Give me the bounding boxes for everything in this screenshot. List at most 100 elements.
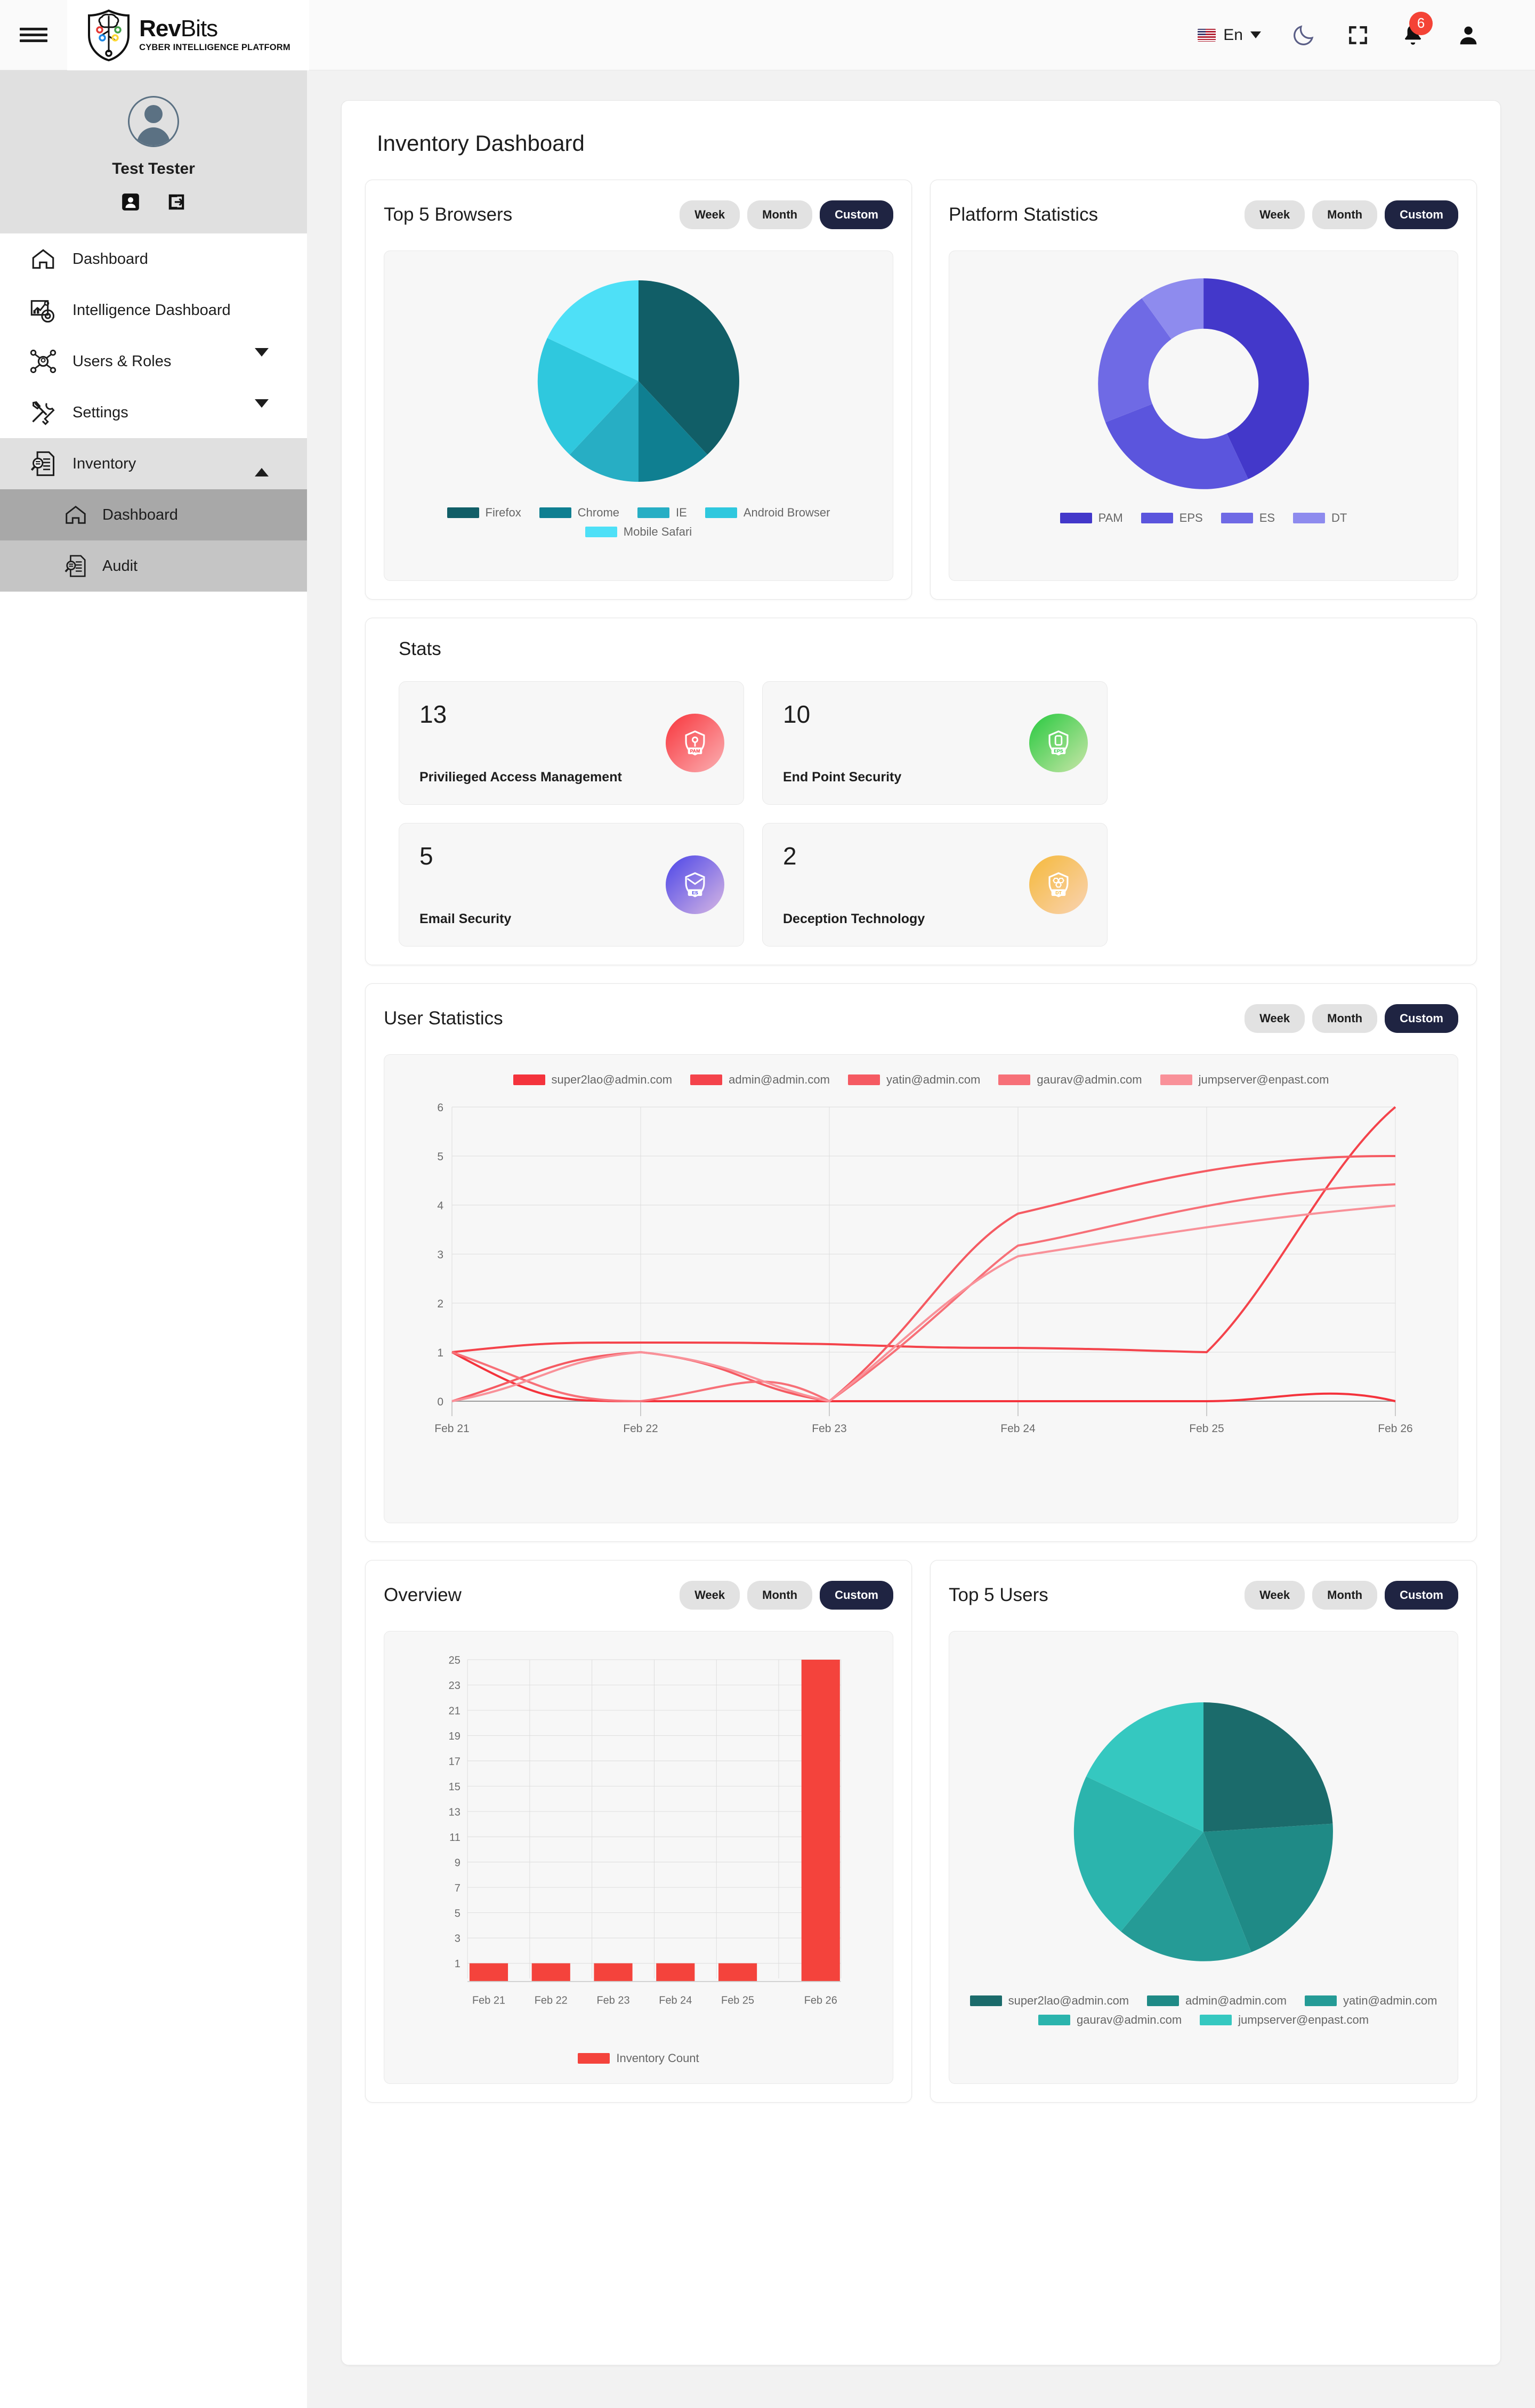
sidebar-subitem-audit[interactable]: Audit — [0, 540, 307, 592]
top-bar: RevBits CYBER INTELLIGENCE PLATFORM En 6 — [0, 0, 1535, 70]
legend-swatch — [1141, 513, 1173, 523]
moon-icon — [1294, 25, 1314, 45]
es-badge-text: ES — [692, 890, 698, 895]
sidebar-subitem-dashboard[interactable]: Dashboard — [0, 489, 307, 540]
range-selector: Week Month Custom — [1245, 1004, 1458, 1033]
svg-text:15: 15 — [449, 1781, 461, 1793]
sidebar-item-label: Settings — [72, 403, 128, 421]
legend-label: IE — [676, 506, 687, 519]
platform-chart-box: PAM EPS ES DT — [949, 251, 1458, 581]
sidebar-item-dashboard[interactable]: Dashboard — [0, 233, 307, 285]
svg-text:3: 3 — [437, 1249, 443, 1261]
range-month-button[interactable]: Month — [1312, 200, 1378, 229]
page-title: Inventory Dashboard — [377, 131, 585, 156]
svg-text:3: 3 — [455, 1933, 461, 1945]
fullscreen-button[interactable] — [1331, 0, 1385, 70]
panel-stats: Stats 13 Privilieged Access Management P… — [365, 618, 1477, 965]
range-custom-button[interactable]: Custom — [820, 200, 893, 229]
user-statistics-legend: super2lao@admin.com admin@admin.com yati… — [513, 1073, 1329, 1087]
sidebar-item-intelligence-dashboard[interactable]: Intelligence Dashboard — [0, 285, 307, 336]
logo-subtitle: CYBER INTELLIGENCE PLATFORM — [139, 43, 290, 52]
range-week-button[interactable]: Week — [680, 1581, 740, 1610]
top-users-pie-chart[interactable] — [1060, 1688, 1347, 1976]
dt-badge-text: DT — [1055, 890, 1062, 895]
legend-label: gaurav@admin.com — [1037, 1073, 1142, 1086]
bar-feb-21[interactable] — [469, 1963, 508, 1982]
users-network-icon — [29, 347, 58, 376]
legend-label: admin@admin.com — [729, 1073, 830, 1086]
range-selector: Week Month Custom — [1245, 200, 1458, 229]
account-button[interactable] — [1441, 0, 1496, 70]
stat-card-pam[interactable]: 13 Privilieged Access Management PAM — [399, 681, 744, 805]
sidebar-item-settings[interactable]: Settings — [0, 387, 307, 438]
chevron-down-icon — [1250, 31, 1261, 38]
legend-swatch — [578, 2053, 610, 2064]
legend-swatch — [1060, 513, 1092, 523]
x-tick-label: Feb 22 — [623, 1423, 658, 1435]
bar-feb-26[interactable] — [801, 1659, 840, 1982]
range-custom-button[interactable]: Custom — [1385, 200, 1458, 229]
browsers-pie-chart[interactable] — [527, 269, 750, 493]
stat-card-dt[interactable]: 2 Deception Technology DT — [762, 823, 1108, 947]
legend-label: Android Browser — [743, 506, 830, 519]
sidebar: Test Tester Dashboard Intelligence Dashb… — [0, 70, 307, 2408]
legend-swatch — [1160, 1074, 1192, 1085]
range-custom-button[interactable]: Custom — [1385, 1004, 1458, 1033]
dark-mode-toggle[interactable] — [1276, 0, 1331, 70]
svg-text:17: 17 — [449, 1756, 461, 1767]
notifications-button[interactable]: 6 — [1385, 0, 1441, 70]
bar-feb-24[interactable] — [656, 1963, 695, 1982]
sidebar-item-users-roles[interactable]: Users & Roles — [0, 336, 307, 387]
x-tick-label: Feb 23 — [812, 1423, 846, 1435]
brand-logo[interactable]: RevBits CYBER INTELLIGENCE PLATFORM — [67, 0, 309, 70]
legend-label: ES — [1259, 511, 1275, 524]
legend-item: jumpserver@enpast.com — [1160, 1073, 1329, 1087]
chevron-down-icon[interactable] — [255, 348, 269, 366]
platform-donut-chart[interactable] — [1089, 269, 1318, 498]
chevron-up-icon[interactable] — [255, 459, 269, 476]
logo-title-bold: Rev — [139, 15, 181, 42]
bar-feb-22[interactable] — [531, 1963, 570, 1982]
sidebar-item-label: Dashboard — [72, 250, 148, 268]
home-icon — [63, 502, 88, 528]
range-week-button[interactable]: Week — [1245, 1581, 1305, 1610]
profile-icon[interactable] — [120, 192, 141, 212]
bar-feb-23[interactable] — [594, 1963, 633, 1982]
svg-text:19: 19 — [449, 1731, 461, 1742]
chevron-down-icon[interactable] — [255, 399, 269, 417]
range-month-button[interactable]: Month — [747, 1581, 813, 1610]
stat-label: Email Security — [419, 911, 512, 926]
stat-card-es[interactable]: 5 Email Security ES — [399, 823, 744, 947]
logout-icon[interactable] — [166, 192, 187, 212]
legend-label: EPS — [1179, 511, 1203, 524]
x-tick-label: Feb 21 — [472, 1995, 505, 2007]
range-week-button[interactable]: Week — [1245, 200, 1305, 229]
range-month-button[interactable]: Month — [1312, 1004, 1378, 1033]
range-week-button[interactable]: Week — [680, 200, 740, 229]
svg-text:5: 5 — [455, 1908, 461, 1919]
language-selector[interactable]: En — [1183, 0, 1276, 70]
legend-item: Inventory Count — [578, 2051, 699, 2065]
legend-swatch — [998, 1074, 1031, 1085]
user-statistics-line-chart[interactable]: 012 3456 Feb 21 Feb 22 Feb 23 Feb 24 Feb… — [420, 1096, 1422, 1491]
sidebar-item-inventory[interactable]: Inventory — [0, 438, 307, 489]
range-week-button[interactable]: Week — [1245, 1004, 1305, 1033]
notification-badge: 6 — [1409, 11, 1433, 35]
language-label: En — [1223, 26, 1243, 44]
svg-text:9: 9 — [455, 1857, 461, 1869]
logo-title-light: Bits — [180, 15, 218, 42]
range-month-button[interactable]: Month — [1312, 1581, 1378, 1610]
sidebar-subitem-label: Audit — [102, 557, 138, 575]
x-tick-label: Feb 26 — [804, 1995, 837, 2007]
profile-name: Test Tester — [112, 160, 195, 177]
x-tick-label: Feb 22 — [535, 1995, 568, 2007]
range-custom-button[interactable]: Custom — [1385, 1581, 1458, 1610]
range-custom-button[interactable]: Custom — [820, 1581, 893, 1610]
stat-label: Privilieged Access Management — [419, 770, 622, 785]
stat-card-eps[interactable]: 10 End Point Security EPS — [762, 681, 1108, 805]
range-month-button[interactable]: Month — [747, 200, 813, 229]
bar-feb-25[interactable] — [718, 1963, 757, 1982]
overview-bar-chart[interactable]: 252321 191715 13119 753 1 Feb 21 Feb 22 … — [409, 1650, 868, 2049]
hamburger-icon[interactable] — [0, 25, 67, 45]
svg-text:13: 13 — [449, 1806, 461, 1818]
